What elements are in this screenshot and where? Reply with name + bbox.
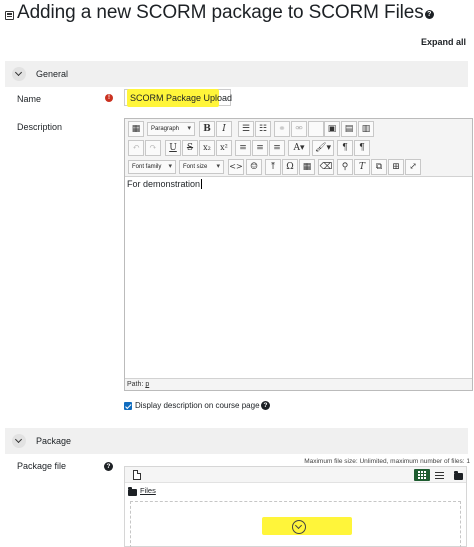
page-title: Adding a new SCORM package to SCORM File… [17,2,434,24]
background-color-icon[interactable]: 🖌▾ [312,140,334,156]
align-center-icon[interactable]: ≡ [252,140,268,156]
section-general-header[interactable]: General [5,61,468,87]
link-icon[interactable]: ⚭ [274,121,290,137]
description-label: Description [17,122,63,132]
expand-all-link[interactable]: Expand all [421,37,466,47]
folder-icon [128,487,137,496]
max-file-size-text: Maximum file size: Unlimited, maximum nu… [304,458,470,465]
fullscreen-icon[interactable]: ⤢ [405,159,421,175]
tree-view-button[interactable] [450,469,466,481]
package-file-label: Package file [17,461,67,471]
format-select[interactable]: Paragraph [147,122,195,136]
description-editor[interactable]: ▦ Paragraph B I ☰ ☷ ⚭ ⚮ ▣ ▤ ▥ ↶ ↷ U S x₂… [124,118,473,391]
bold-icon[interactable]: B [199,121,215,137]
list-view-button[interactable] [432,469,448,481]
file-picker: Files [124,466,467,547]
help-icon[interactable]: ? [104,462,113,471]
name-input-value[interactable]: SCORM Package Upload [127,89,232,107]
rtl-icon[interactable]: ¶ [354,140,370,156]
name-label: Name [17,94,42,104]
media-icon[interactable]: ▤ [341,121,357,137]
editor-toolbar: ▦ Paragraph B I ☰ ☷ ⚭ ⚮ ▣ ▤ ▥ ↶ ↷ U S x₂… [125,119,472,177]
folder-icon [454,471,463,480]
file-picker-path: Files [125,484,466,498]
paste-icon[interactable]: ▥ [358,121,374,137]
dropzone-highlight [262,517,352,535]
section-general-label: General [36,69,69,79]
ltr-icon[interactable]: ¶ [337,140,353,156]
path-element-link[interactable]: p [145,381,149,388]
emoticon-icon[interactable]: ☺ [246,159,262,175]
section-package-label: Package [36,436,72,446]
display-description-label: Display description on course page [135,401,260,410]
align-left-icon[interactable]: ≡ [235,140,251,156]
help-icon[interactable]: ? [261,401,270,410]
anchor-icon[interactable]: ⚲ [337,159,353,175]
font-size-select[interactable]: Font size [179,160,224,174]
unlink-icon[interactable]: ⚮ [291,121,307,137]
redo-icon[interactable]: ↷ [145,140,161,156]
numbered-list-icon[interactable]: ☷ [255,121,271,137]
special-char-icon[interactable]: Ω [282,159,298,175]
help-icon[interactable]: ? [424,10,434,19]
upload-icon[interactable]: ⤒ [265,159,281,175]
download-arrow-icon[interactable] [292,520,306,534]
underline-icon[interactable]: U [165,140,181,156]
toolbar-toggle-icon[interactable]: ▦ [128,121,144,137]
section-package-header[interactable]: Package [5,428,468,454]
chevron-down-icon[interactable] [12,434,26,448]
align-right-icon[interactable]: ≡ [269,140,285,156]
bullet-list-icon[interactable]: ☰ [238,121,254,137]
blank-button[interactable] [308,121,324,137]
text-color-icon[interactable]: A▾ [288,140,310,156]
editor-path: Path: p [125,378,472,390]
file-picker-toolbar [125,467,466,483]
path-label: Path: [127,381,144,388]
editor-content[interactable]: For demonstration [127,179,203,189]
text-caret [201,179,203,189]
image-icon[interactable]: ▣ [324,121,340,137]
italic-icon[interactable]: I [216,121,232,137]
chevron-down-icon[interactable] [12,67,26,81]
clear-format-icon[interactable]: T [354,159,370,175]
activity-icon [5,11,14,20]
spellcheck-icon[interactable]: ⊞ [388,159,404,175]
display-description-checkbox[interactable] [124,402,132,410]
strikethrough-icon[interactable]: S [182,140,198,156]
superscript-icon[interactable]: x² [216,140,232,156]
required-icon: ! [105,94,113,102]
subscript-icon[interactable]: x₂ [199,140,215,156]
font-family-select[interactable]: Font family [128,160,176,174]
files-folder-link[interactable]: Files [140,486,156,495]
icon-view-button[interactable] [414,469,430,481]
find-replace-icon[interactable]: ⧉ [371,159,387,175]
html-icon[interactable]: <> [228,159,244,175]
undo-icon[interactable]: ↶ [128,140,144,156]
table-icon[interactable]: ▦ [299,159,315,175]
remove-icon[interactable]: ⌫ [318,159,334,175]
add-file-icon[interactable] [133,470,141,480]
file-dropzone[interactable] [130,501,461,547]
